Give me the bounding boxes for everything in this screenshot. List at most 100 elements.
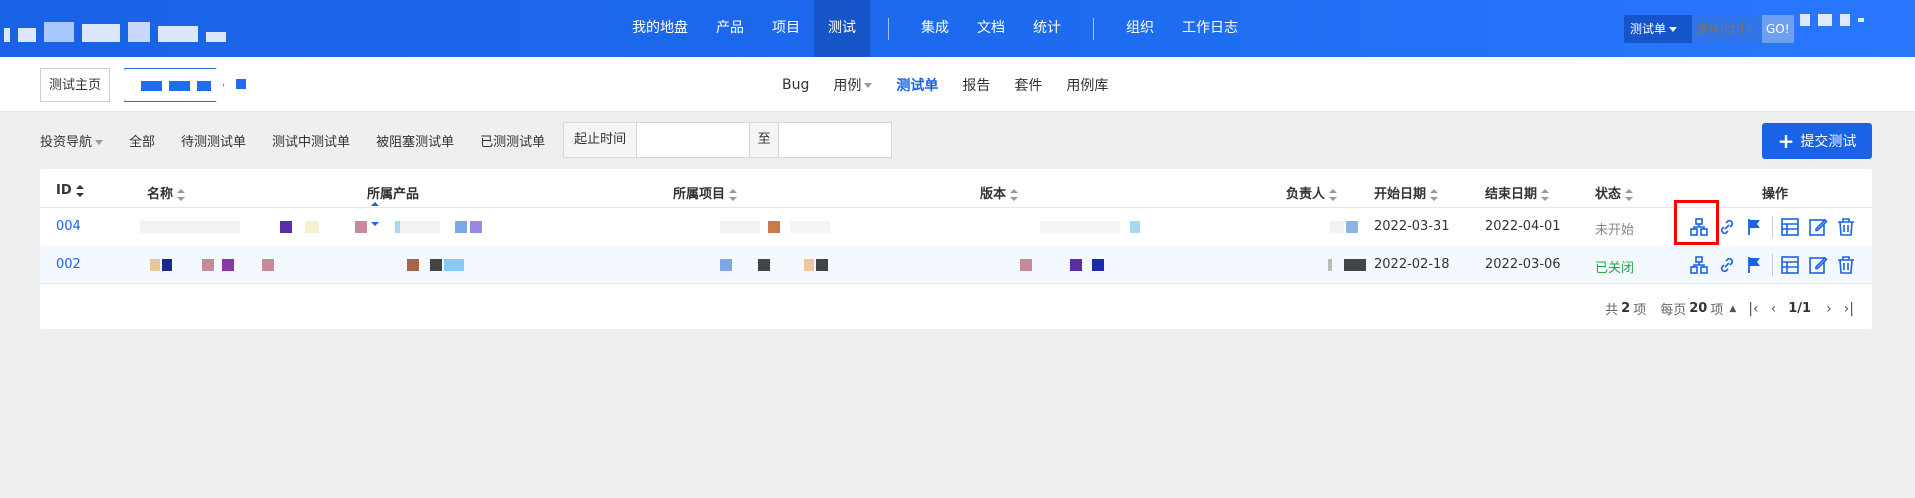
filter-done[interactable]: 已测测试单 (480, 131, 545, 150)
breadcrumb-indicator (236, 79, 246, 89)
pager-per-page[interactable]: 20 (1689, 301, 1707, 316)
subnav-caselib[interactable]: 用例库 (1054, 75, 1120, 95)
nav-org[interactable]: 组织 (1112, 0, 1168, 57)
status-badge: 已关闭 (1595, 261, 1635, 276)
subnav-report[interactable]: 报告 (950, 75, 1002, 95)
start-date-input[interactable] (637, 123, 750, 157)
next-page-icon[interactable]: › (1826, 301, 1832, 317)
sort-icon (1625, 188, 1634, 201)
action-divider (1772, 254, 1773, 276)
main-nav: 我的地盘 产品 项目 测试 集成 文档 统计 组织 工作日志 (618, 0, 1252, 57)
col-status[interactable]: 状态 (1595, 183, 1634, 202)
nav-divider (888, 17, 889, 40)
col-build[interactable]: 版本 (980, 183, 1019, 202)
col-end[interactable]: 结束日期 (1485, 183, 1550, 202)
sort-icon (177, 188, 186, 201)
nav-worklog[interactable]: 工作日志 (1168, 0, 1252, 57)
nav-stats[interactable]: 统计 (1019, 0, 1075, 57)
pager-per-suffix: 项 (1710, 303, 1724, 318)
row-owner-redacted[interactable] (1330, 221, 1370, 233)
table-row: 004 2022-03-31 2022-04-01 未开始 (40, 208, 1872, 246)
cases-icon[interactable] (1687, 253, 1711, 277)
chevron-down-icon (864, 83, 873, 88)
nav-my-dashboard[interactable]: 我的地盘 (618, 0, 702, 57)
sort-icon (75, 184, 84, 197)
search-type-select[interactable]: 测试单 (1624, 15, 1692, 43)
date-range-separator: 至 (749, 123, 780, 157)
link-icon[interactable] (1715, 253, 1739, 277)
pager-page: 1/1 (1788, 301, 1812, 316)
status-badge: 未开始 (1595, 223, 1635, 238)
subnav-suite[interactable]: 套件 (1002, 75, 1054, 95)
view-list-icon[interactable] (1778, 253, 1802, 277)
pagination: 共2项 每页 20 项 ▲ |‹ ‹ 1/1 › ›| (1605, 299, 1854, 319)
date-range: 起止时间 至 (563, 122, 893, 158)
sub-nav: Bug 用例 测试单 报告 套件 用例库 (770, 57, 1120, 112)
subnav-case[interactable]: 用例 (821, 75, 884, 95)
edit-icon[interactable] (1806, 215, 1830, 239)
filter-wait[interactable]: 待测测试单 (181, 131, 246, 150)
filter-all[interactable]: 全部 (129, 131, 155, 150)
delete-icon[interactable] (1834, 215, 1858, 239)
sort-icon (1010, 188, 1019, 201)
row-begin-date: 2022-02-18 (1374, 257, 1450, 272)
caret-up-icon[interactable]: ▲ (1729, 304, 1736, 314)
row-product-redacted[interactable] (400, 259, 500, 271)
row-end-date: 2022-04-01 (1485, 219, 1561, 234)
flag-icon[interactable] (1743, 253, 1767, 277)
sort-icon (729, 188, 738, 201)
col-owner[interactable]: 负责人 (1286, 183, 1338, 202)
flag-icon[interactable] (1743, 215, 1767, 239)
company-logo (4, 18, 226, 42)
pager-per-prefix: 每页 (1660, 303, 1687, 318)
row-id[interactable]: 002 (56, 257, 81, 272)
user-menu[interactable] (1800, 14, 1864, 26)
filter-blocked[interactable]: 被阻塞测试单 (376, 131, 454, 150)
nav-product[interactable]: 产品 (702, 0, 758, 57)
nav-project[interactable]: 项目 (758, 0, 814, 57)
submit-test-button[interactable]: + 提交测试 (1762, 123, 1872, 159)
pager-total-suffix: 项 (1633, 303, 1647, 318)
row-build-redacted[interactable] (1020, 259, 1170, 271)
prev-page-icon[interactable]: ‹ (1771, 301, 1777, 317)
action-divider (1772, 216, 1773, 238)
nav-ci[interactable]: 集成 (907, 0, 963, 57)
sort-icon (1430, 188, 1439, 201)
row-owner-redacted[interactable] (1328, 259, 1368, 271)
nav-doc[interactable]: 文档 (963, 0, 1019, 57)
global-search: 测试单 GO! (1624, 15, 1794, 43)
breadcrumb-home[interactable]: 测试主页 (40, 68, 111, 102)
edit-icon[interactable] (1806, 253, 1830, 277)
row-name-redacted[interactable] (120, 259, 420, 271)
row-name-redacted[interactable] (120, 221, 420, 233)
row-actions (1687, 246, 1858, 284)
table-row: 002 2022-02-18 2022-03-06 已关闭 (40, 246, 1872, 284)
chevron-down-icon (95, 139, 104, 145)
filter-nav-dropdown[interactable]: 投资导航 (40, 131, 104, 150)
search-go-button[interactable]: GO! (1762, 15, 1794, 43)
subnav-testtask[interactable]: 测试单 (884, 75, 950, 95)
delete-icon[interactable] (1834, 253, 1858, 277)
top-header: 我的地盘 产品 项目 测试 集成 文档 统计 组织 工作日志 测试单 GO! (0, 0, 1915, 57)
row-id[interactable]: 004 (56, 219, 81, 234)
subnav-bug[interactable]: Bug (770, 77, 821, 93)
row-project-redacted[interactable] (720, 259, 840, 271)
row-build-redacted[interactable] (1040, 221, 1160, 233)
row-project-redacted[interactable] (720, 221, 840, 233)
col-id[interactable]: ID (56, 183, 84, 198)
col-begin[interactable]: 开始日期 (1374, 183, 1439, 202)
first-page-icon[interactable]: |‹ (1748, 301, 1758, 317)
search-input[interactable] (1692, 15, 1762, 43)
row-product-redacted[interactable] (400, 221, 500, 233)
col-project[interactable]: 所属项目 (673, 183, 738, 202)
col-name[interactable]: 名称 (147, 183, 186, 202)
view-list-icon[interactable] (1778, 215, 1802, 239)
pager-total-prefix: 共 (1605, 303, 1619, 318)
col-actions: 操作 (1762, 187, 1789, 202)
row-begin-date: 2022-03-31 (1374, 219, 1450, 234)
end-date-input[interactable] (779, 123, 892, 157)
filter-doing[interactable]: 测试中测试单 (272, 131, 350, 150)
last-page-icon[interactable]: ›| (1844, 301, 1854, 317)
nav-test[interactable]: 测试 (814, 0, 870, 57)
breadcrumb-current[interactable] (124, 68, 224, 102)
